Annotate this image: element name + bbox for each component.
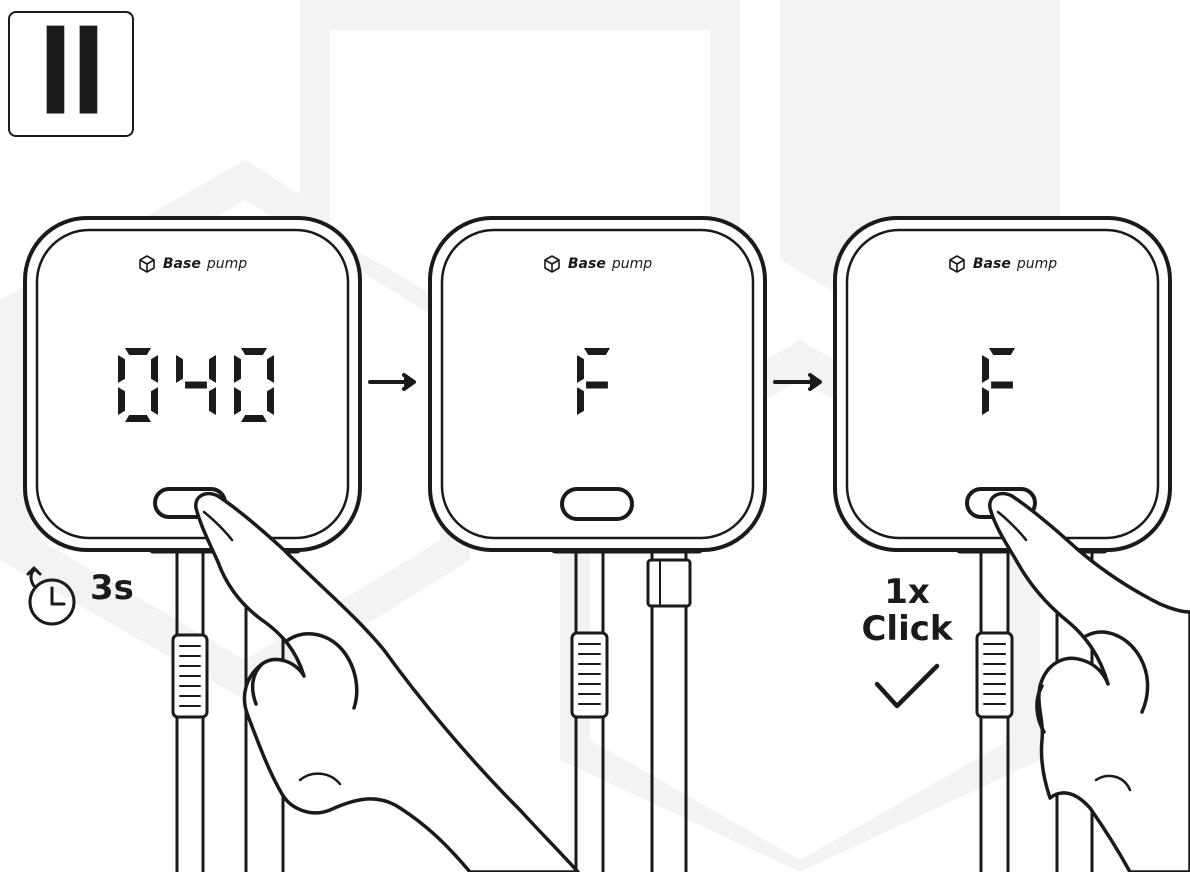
brand-product: pump [611, 256, 653, 272]
segment-d [241, 415, 267, 422]
segment-c [151, 387, 158, 415]
segment-e [234, 387, 241, 415]
brand-product: pump [1016, 256, 1058, 272]
click-count: 1x [884, 572, 930, 612]
device-brand-2: Base pump [522, 254, 672, 274]
segment-f [118, 355, 125, 383]
segment-f [234, 355, 241, 383]
cube-logo-icon [544, 255, 560, 273]
segment-digit [234, 348, 274, 422]
segment-c [267, 387, 274, 415]
segment-g [586, 381, 608, 389]
segment-f [176, 355, 183, 383]
segment-b [209, 355, 216, 383]
segment-g [991, 381, 1013, 389]
display-readout-2 [575, 346, 619, 424]
brand-name: Base [162, 256, 201, 272]
brand-name: Base [972, 256, 1011, 272]
segment-e [118, 387, 125, 415]
brand-product: pump [206, 256, 248, 272]
display-readout-1 [116, 346, 276, 424]
segment-digit [577, 348, 610, 415]
segment-a [584, 348, 610, 355]
display-readout-3 [980, 346, 1024, 424]
segment-b [151, 355, 158, 383]
segment-b [267, 355, 274, 383]
step-badge: II [8, 11, 134, 137]
hold-caption: 3s [26, 568, 134, 608]
segment-digit [982, 348, 1015, 415]
segment-c [209, 387, 216, 415]
device-brand-1: Base pump [117, 254, 267, 274]
cube-logo-icon [139, 255, 155, 273]
segment-digit [118, 348, 158, 422]
segment-e [982, 387, 989, 415]
click-action: Click [861, 608, 953, 649]
hold-duration: 3s [90, 568, 134, 608]
brand-name: Base [567, 256, 606, 272]
step-numeral: II [38, 3, 106, 144]
segment-f [982, 355, 989, 383]
illustration [0, 0, 1190, 872]
segment-e [577, 387, 584, 415]
cube-logo-icon [949, 255, 965, 273]
segment-g [185, 381, 207, 389]
segment-digit [176, 355, 216, 415]
pump-button-2[interactable] [560, 487, 634, 521]
segment-a [989, 348, 1015, 355]
click-caption: 1x Click [852, 574, 962, 647]
segment-a [125, 348, 151, 355]
segment-a [241, 348, 267, 355]
device-brand-3: Base pump [927, 254, 1077, 274]
segment-f [577, 355, 584, 383]
segment-d [125, 415, 151, 422]
